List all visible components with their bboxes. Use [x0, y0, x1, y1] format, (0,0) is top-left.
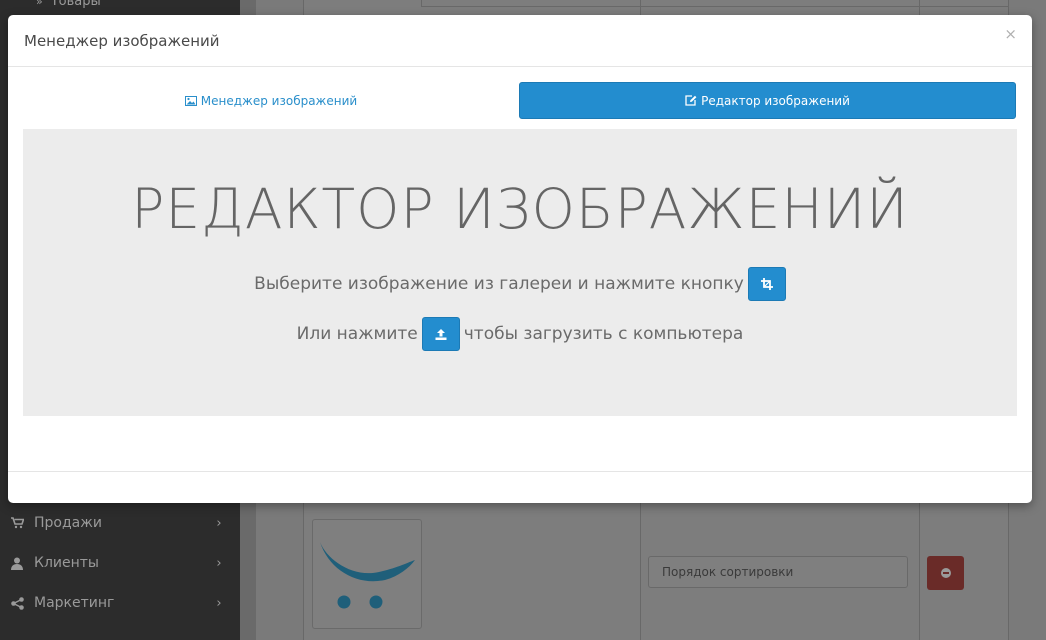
- chevron-right-icon: ›: [216, 595, 222, 611]
- sidebar-item-label: Маркетинг: [34, 595, 115, 611]
- minus-circle-icon: [940, 568, 951, 578]
- chevron-right-icon: ›: [216, 515, 222, 531]
- sidebar-item-label: Товары: [50, 0, 101, 9]
- modal-tabs: Менеджер изображений Редактор изображени…: [23, 82, 1016, 119]
- modal-footer-divider: [8, 471, 1032, 472]
- chevron-right-icon: ›: [216, 555, 222, 571]
- double-chevron-right-icon: »: [36, 0, 43, 8]
- sidebar-item-marketing[interactable]: Маркетинг ›: [0, 583, 240, 623]
- instruction-text-before: Или нажмите: [296, 324, 418, 344]
- image-editor-area: РЕДАКТОР ИЗОБРАЖЕНИЙ Выберите изображени…: [23, 129, 1017, 416]
- tab-label: Менеджер изображений: [200, 93, 358, 108]
- sidebar-item-label: Клиенты: [34, 555, 99, 571]
- cart-icon: [10, 516, 24, 530]
- image-manager-modal: Менеджер изображений × Менеджер изображе…: [8, 15, 1032, 503]
- share-icon: [10, 596, 24, 610]
- modal-header: Менеджер изображений ×: [8, 15, 1032, 67]
- crop-button[interactable]: [747, 267, 786, 301]
- upload-button[interactable]: [421, 317, 460, 351]
- remove-image-button[interactable]: [927, 556, 964, 590]
- tab-image-editor[interactable]: Редактор изображений: [519, 82, 1016, 119]
- modal-title: Менеджер изображений: [24, 32, 220, 50]
- sidebar-item-products[interactable]: » Товары: [36, 0, 101, 9]
- editor-instruction-upload: Или нажмите чтобы загрузить с компьютера: [23, 317, 1017, 351]
- tab-image-manager[interactable]: Менеджер изображений: [23, 82, 519, 119]
- tab-label: Редактор изображений: [701, 93, 850, 108]
- sidebar-item-label: Продажи: [34, 515, 102, 531]
- instruction-text: Выберите изображение из галереи и нажмит…: [254, 274, 744, 294]
- upload-icon: [435, 328, 447, 340]
- sort-order-placeholder: Порядок сортировки: [662, 565, 794, 579]
- user-icon: [10, 556, 24, 570]
- instruction-text-after: чтобы загрузить с компьютера: [463, 324, 744, 344]
- sidebar-item-sales[interactable]: Продажи ›: [0, 503, 240, 543]
- editor-heading: РЕДАКТОР ИЗОБРАЖЕНИЙ: [131, 177, 909, 241]
- close-icon[interactable]: ×: [1004, 27, 1017, 42]
- editor-instruction-select: Выберите изображение из галереи и нажмит…: [23, 267, 1017, 301]
- crop-icon: [760, 278, 773, 290]
- sort-order-input[interactable]: Порядок сортировки: [648, 556, 908, 588]
- image-thumbnail[interactable]: [312, 519, 422, 629]
- edit-icon: [685, 95, 697, 106]
- sidebar-item-customers[interactable]: Клиенты ›: [0, 543, 240, 583]
- image-icon: [184, 95, 197, 106]
- top-field: [421, 0, 1009, 7]
- opencart-logo: [320, 542, 415, 609]
